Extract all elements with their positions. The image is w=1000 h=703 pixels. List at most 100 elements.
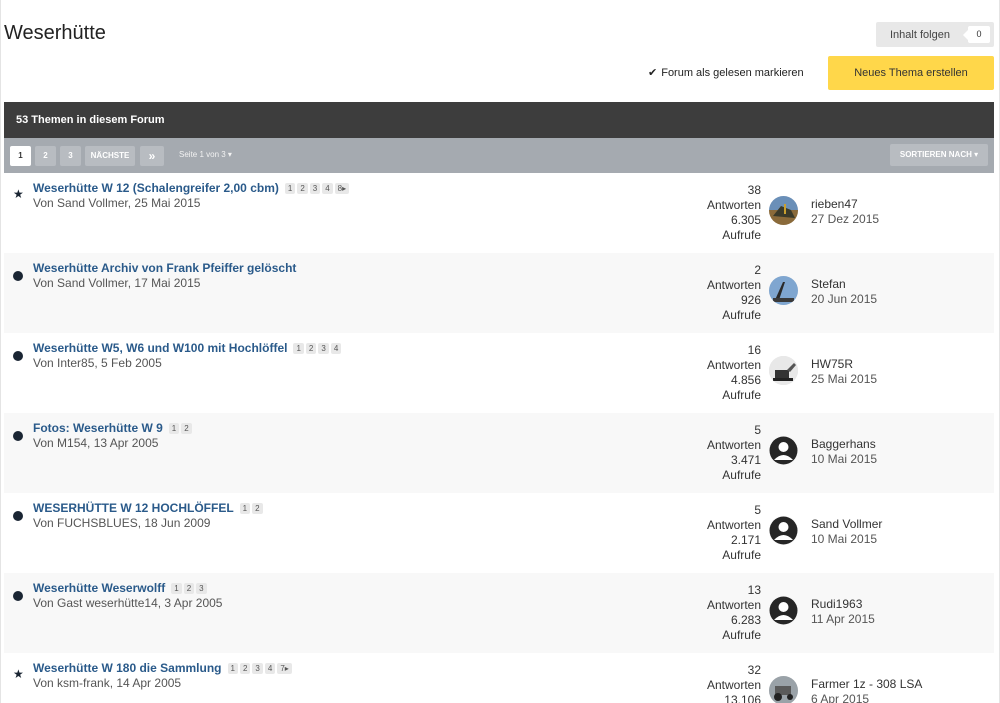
topic-title-line: WESERHÜTTE W 12 HOCHLÖFFEL 1 2 [33,501,263,515]
topic-author-meta: Von FUCHSBLUES, 18 Jun 2009 [33,516,211,530]
topic-row: ★ Weserhütte W 12 (Schalengreifer 2,00 cb… [4,173,994,253]
topic-title-link[interactable]: Weserhütte W5, W6 und W100 mit Hochlöffe… [33,341,287,355]
last-poster-avatar[interactable] [769,516,798,545]
topic-stats: 13 Antworten 6.283 Aufrufe [694,583,761,643]
topic-page-link[interactable]: 3 [318,342,329,354]
stat-views-label: Aufrufe [722,468,761,482]
stat-views: 3.471 [730,453,761,467]
last-poster-name[interactable]: Farmer 1z - 308 LSA [811,677,922,691]
topic-page-links: 12 [168,422,192,434]
topic-page-links: 123 [171,582,207,594]
unread-dot-icon [13,511,23,521]
stat-replies-label: Antworten [706,198,761,212]
unread-dot-icon [13,271,23,281]
stat-replies: 38 [747,183,761,197]
last-post-date: 27 Dez 2015 [811,212,880,226]
last-poster-avatar[interactable] [769,436,798,465]
topic-stats: 2 Antworten 926 Aufrufe [694,263,761,323]
last-poster-avatar[interactable] [769,276,798,305]
topic-page-link[interactable]: 2 [305,342,317,354]
topic-title-line: Weserhütte W 12 (Schalengreifer 2,00 cbm… [33,181,350,195]
topic-page-link[interactable]: 4 [322,182,333,194]
stat-views: 926 [740,293,761,307]
topic-page-link[interactable]: 4 [330,342,342,354]
topic-page-link[interactable]: 1 [171,582,182,594]
last-page-button[interactable]: » [140,146,164,166]
topic-page-link[interactable]: 2 [183,582,195,594]
topic-title-link[interactable]: Weserhütte W 180 die Sammlung [33,661,222,675]
page-title: Weserhütte [4,22,106,44]
topic-page-link[interactable]: 3 [309,182,321,194]
new-topic-button[interactable]: Neues Thema erstellen [828,56,994,90]
stat-views-label: Aufrufe [722,388,761,402]
last-poster-avatar[interactable] [769,356,798,385]
topic-title-link[interactable]: Weserhütte Weserwolff [33,581,165,595]
stat-replies: 2 [754,263,761,277]
topic-page-link[interactable]: 2 [252,502,263,514]
topic-stats: 32Antworten13.106Aufrufe [694,663,761,703]
last-poster-avatar[interactable] [769,676,798,703]
next-page-button[interactable]: NÄCHSTE [85,146,135,166]
last-poster-name[interactable]: HW75R [811,357,853,371]
topic-title-link[interactable]: Weserhütte W 12 (Schalengreifer 2,00 cbm… [33,181,279,195]
topic-title-link[interactable]: Weserhütte Archiv von Frank Pfeiffer gel… [33,261,296,275]
topic-page-link[interactable]: 1 [239,502,251,514]
forum-page: Weserhütte Inhalt folgen 0 ✔ Forum als g… [0,0,1000,703]
topic-row: Fotos: Weserhütte W 9 1 2 Von M154, 13 Apr … [4,413,994,493]
stat-views-label: Aufrufe [722,228,761,242]
topic-list: ★ Weserhütte W 12 (Schalengreifer 2,00 cb… [4,173,994,703]
checkmark-icon: ✔ [648,67,658,79]
last-poster-avatar[interactable] [769,196,798,225]
stat-replies-label: Antworten [706,438,761,452]
unread-dot-icon [13,591,23,601]
follow-content-button[interactable]: Inhalt folgen 0 [876,22,994,47]
page-info-dropdown[interactable]: Seite 1 von 3 ▾ [179,150,232,159]
mark-forum-read-link[interactable]: ✔ Forum als gelesen markieren [648,66,804,80]
topic-page-link[interactable]: 7▸ [277,662,292,674]
topic-page-link[interactable]: 1 [168,422,180,434]
topic-title-line: Weserhütte Archiv von Frank Pfeiffer gel… [33,261,296,275]
unread-dot-icon [13,431,23,441]
topic-page-links: 1234 [293,342,342,354]
stat-replies-label: Antworten [706,278,761,292]
topic-title-line: Fotos: Weserhütte W 9 12 [33,421,192,435]
last-poster-name[interactable]: Sand Vollmer [811,517,882,531]
stat-replies-label: Antworten [706,358,761,372]
topic-page-link[interactable]: 4 [264,662,276,674]
topic-page-link[interactable]: 8▸ [334,182,350,194]
topic-author-meta: Von M154, 13 Apr 2005 [33,436,159,450]
last-poster-name[interactable]: Rudi1963 [811,597,862,611]
stat-replies-label: Antworten [706,678,761,692]
topic-row: ★ Weserhütte W 180 die Sammlung 1 2 3 4 7▸ Von … [4,653,994,703]
last-poster-name[interactable]: Baggerhans [811,437,876,451]
topic-row: Weserhütte W5, W6 und W100 mit Hochlöffe… [4,333,994,413]
topic-title-link[interactable]: WESERHÜTTE W 12 HOCHLÖFFEL [33,501,234,515]
last-poster-avatar[interactable] [769,596,798,625]
topic-page-link[interactable]: 2 [297,182,308,194]
sort-by-button[interactable]: SORTIEREN NACH ▾ [890,144,988,166]
topic-row: Weserhütte Archiv von Frank Pfeiffer gel… [4,253,994,333]
last-poster-name[interactable]: rieben47 [811,197,858,211]
last-post-date: 25 Mai 2015 [811,372,878,386]
topic-author-meta: Von Sand Vollmer, 25 Mai 2015 [33,196,201,210]
last-poster-name[interactable]: Stefan [811,277,846,291]
topic-page-link[interactable]: 3 [196,582,207,594]
stat-views-label: Aufrufe [722,548,761,562]
pinned-star-icon: ★ [13,187,24,201]
topic-page-links: 12 [239,502,263,514]
page-3-button[interactable]: 3 [60,146,81,166]
topic-author-meta: Von Sand Vollmer, 17 Mai 2015 [33,276,201,290]
topic-title-link[interactable]: Fotos: Weserhütte W 9 [33,421,163,435]
stat-replies-label: Antworten [706,598,761,612]
topic-page-link[interactable]: 1 [293,342,304,354]
topic-page-link[interactable]: 3 [252,662,263,674]
pinned-star-icon: ★ [13,667,24,681]
topic-page-link[interactable]: 2 [239,662,251,674]
topic-page-link[interactable]: 1 [284,182,296,194]
topic-page-link[interactable]: 2 [181,422,192,434]
page-2-button[interactable]: 2 [35,146,56,166]
page-1-button[interactable]: 1 [10,146,31,166]
topic-page-link[interactable]: 1 [227,662,238,674]
topic-author-meta: Von Inter85, 5 Feb 2005 [33,356,162,370]
stat-views: 2.171 [730,533,761,547]
